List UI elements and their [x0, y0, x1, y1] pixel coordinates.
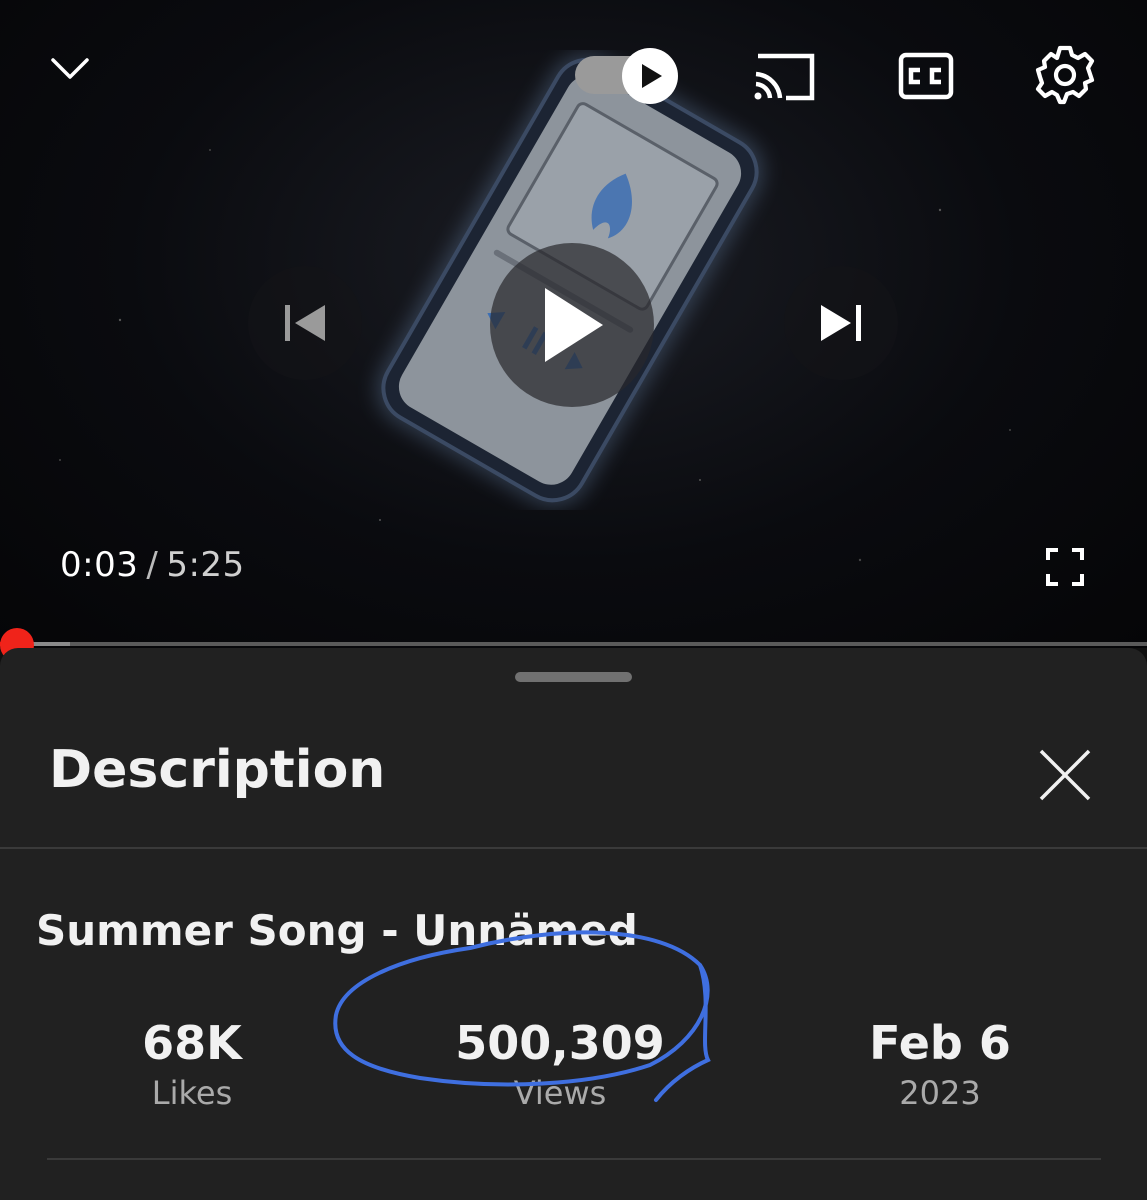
video-player[interactable]: 0:03/5:25: [0, 0, 1147, 648]
upload-year: 2023: [899, 1074, 981, 1112]
views-stat: 500,309 Views: [410, 1016, 710, 1112]
stats-divider: [47, 1158, 1101, 1160]
likes-count: 68K: [142, 1016, 242, 1070]
upload-date-stat: Feb 6 2023: [790, 1016, 1090, 1112]
likes-stat: 68K Likes: [42, 1016, 342, 1112]
duration: 5:25: [166, 545, 245, 585]
chevron-down-icon[interactable]: [50, 56, 90, 82]
next-button[interactable]: [784, 266, 898, 380]
upload-date: Feb 6: [869, 1016, 1011, 1070]
views-count: 500,309: [455, 1016, 665, 1070]
video-title: Summer Song - Unnämed: [36, 906, 638, 955]
close-icon[interactable]: [1036, 746, 1094, 804]
cast-icon[interactable]: [752, 52, 818, 102]
header-divider: [0, 847, 1147, 849]
progress-track[interactable]: [0, 642, 1147, 646]
previous-button[interactable]: [248, 266, 362, 380]
play-icon: [545, 288, 603, 362]
time-display: 0:03/5:25: [60, 545, 245, 585]
views-label: Views: [513, 1074, 607, 1112]
sheet-title: Description: [49, 740, 386, 800]
skip-next-icon: [821, 305, 861, 341]
gear-icon[interactable]: [1034, 44, 1096, 106]
fullscreen-icon[interactable]: [1046, 548, 1084, 586]
skip-previous-icon: [285, 305, 325, 341]
play-button[interactable]: [490, 243, 654, 407]
time-separator: /: [146, 545, 159, 585]
current-time: 0:03: [60, 545, 139, 585]
closed-captions-icon[interactable]: [898, 52, 954, 100]
description-sheet: Description Summer Song - Unnämed 68K Li…: [0, 648, 1147, 1200]
likes-label: Likes: [151, 1074, 233, 1112]
sheet-drag-handle[interactable]: [515, 672, 632, 682]
autoplay-toggle-icon[interactable]: [572, 46, 684, 106]
